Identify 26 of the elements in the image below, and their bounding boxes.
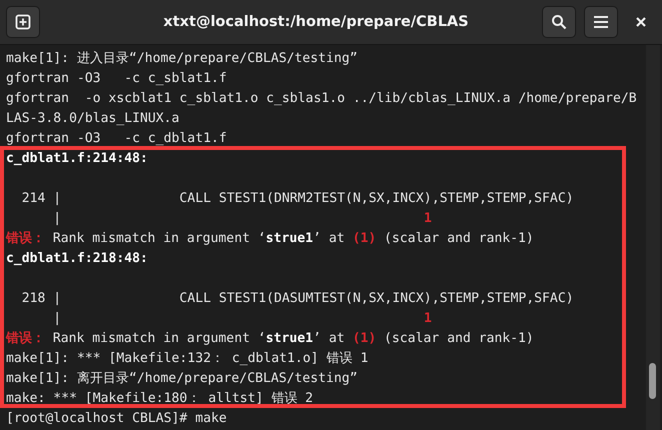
close-icon bbox=[636, 17, 646, 27]
terminal-line: | 1 bbox=[52, 310, 433, 328]
terminal-line: 214 | CALL STEST1(DNRM2TEST(N,SX,INCX),STEMP,STEMP,SFAC) bbox=[20, 190, 575, 208]
terminal-line: gfortran -O3 -c c_sblat1.f bbox=[6, 70, 228, 88]
search-button[interactable] bbox=[542, 6, 576, 38]
terminal-line: make: *** [Makefile:180： alltst] 错误 2 bbox=[6, 390, 314, 408]
terminal-line: make[1]: 离开目录“/home/prepare/CBLAS/testing” bbox=[6, 370, 359, 388]
terminal-line: make[1]: 进入目录“/home/prepare/CBLAS/testing” bbox=[6, 50, 359, 68]
terminal-line: [root@localhost CBLAS]# make bbox=[6, 410, 228, 428]
terminal-line: gfortran -o xscblat1 c_sblat1.o c_sblas1.o ../lib/cblas_LINUX.a /home/prepare/B bbox=[6, 90, 638, 108]
new-tab-icon bbox=[15, 14, 31, 30]
terminal-line: 错误： Rank mismatch in argument ‘strue1’ at (1) (scalar and rank-1) bbox=[6, 230, 535, 248]
terminal-line: make[1]: *** [Makefile:132： c_dblat1.o] 错误 1 bbox=[6, 350, 370, 368]
search-icon bbox=[551, 14, 567, 30]
new-tab-button[interactable] bbox=[6, 6, 40, 38]
terminal-line: 错误： Rank mismatch in argument ‘strue1’ at (1) (scalar and rank-1) bbox=[6, 330, 535, 348]
menu-button[interactable] bbox=[584, 6, 618, 38]
scrollbar[interactable] bbox=[646, 45, 660, 430]
terminal-line: gfortran -O3 -c c_dblat1.f bbox=[6, 130, 228, 148]
menu-icon bbox=[594, 16, 608, 28]
terminal-line: c_dblat1.f:218:48: bbox=[6, 250, 149, 268]
window-title: xtxt@localhost:/home/prepare/CBLAS bbox=[162, 14, 470, 30]
terminal-line: LAS-3.8.0/blas_LINUX.a bbox=[6, 110, 180, 128]
terminal-line: c_dblat1.f:214:48: bbox=[6, 150, 149, 168]
terminal-line: | 1 bbox=[52, 210, 433, 228]
terminal-line: 218 | CALL STEST1(DASUMTEST(N,SX,INCX),STEMP,STEMP,SFAC) bbox=[20, 290, 575, 308]
